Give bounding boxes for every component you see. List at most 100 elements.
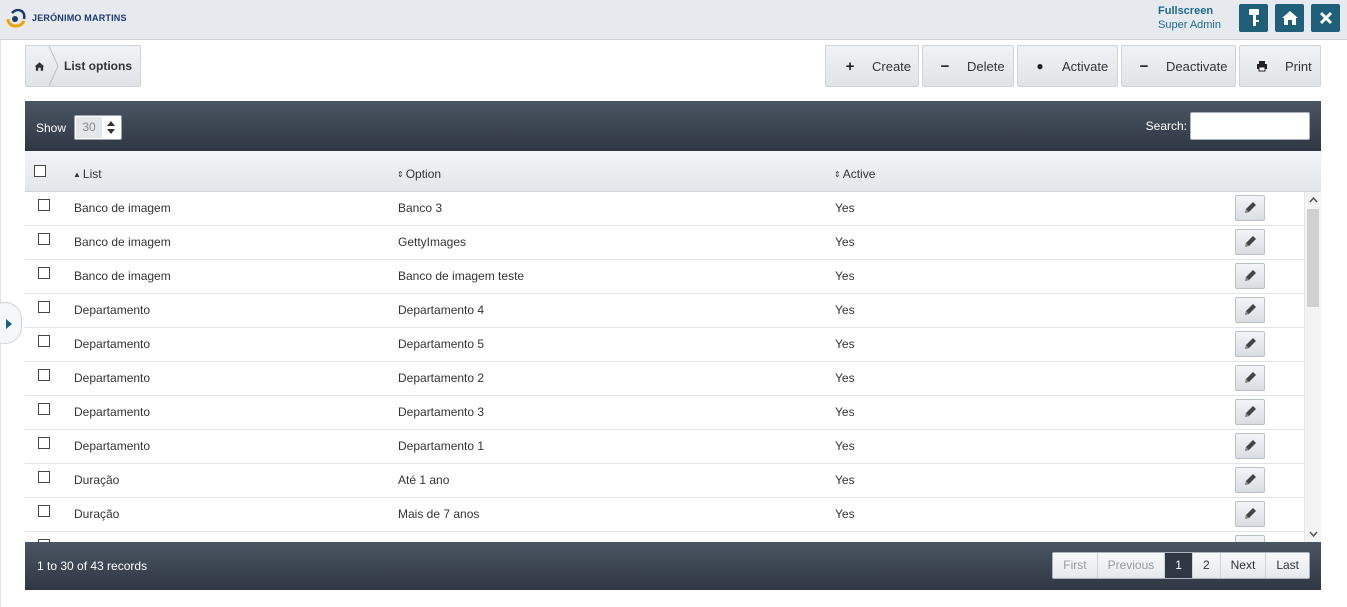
key-button[interactable] [1239, 4, 1268, 32]
activate-label: Activate [1062, 58, 1109, 74]
table-row[interactable]: Departamento Departamento 5 Yes [25, 328, 1304, 362]
breadcrumb: List options [25, 45, 141, 87]
records-info: 1 to 30 of 43 records [37, 559, 148, 573]
plus-icon: + [845, 57, 855, 75]
edit-button[interactable] [1235, 535, 1265, 542]
edit-button[interactable] [1235, 297, 1265, 323]
pencil-icon [1242, 268, 1258, 284]
pencil-icon [1242, 336, 1258, 352]
search-label: Search: [1145, 119, 1187, 133]
table-row-partial[interactable] [25, 532, 1304, 542]
print-label: Print [1285, 58, 1312, 74]
column-header-list[interactable]: ▲ List [73, 167, 102, 181]
pager-page-2[interactable]: 2 [1192, 553, 1221, 578]
table-row[interactable]: Departamento Departamento 4 Yes [25, 294, 1304, 328]
row-checkbox[interactable] [38, 403, 50, 415]
table-row[interactable]: Banco de imagem GettyImages Yes [25, 226, 1304, 260]
cell-option: Banco 3 [398, 201, 443, 215]
top-bar: JERÓNIMO MARTINS Fullscreen Super Admin [0, 0, 1347, 40]
edit-button[interactable] [1235, 501, 1265, 527]
cell-list: Departamento [74, 337, 151, 351]
row-checkbox[interactable] [38, 437, 50, 449]
fullscreen-link[interactable]: Fullscreen [1158, 4, 1221, 18]
home-icon [34, 61, 44, 71]
cell-option: Departamento 5 [398, 337, 485, 351]
pencil-icon [1242, 302, 1258, 318]
cell-list: Departamento [74, 405, 151, 419]
scroll-up-icon[interactable] [1309, 196, 1318, 205]
row-checkbox[interactable] [38, 471, 50, 483]
cell-list: Banco de imagem [74, 201, 171, 215]
cell-active: Yes [835, 405, 855, 419]
pagination: First Previous 1 2 Next Last [1052, 552, 1310, 579]
table-row[interactable]: Duração Até 1 ano Yes [25, 464, 1304, 498]
sort-asc-icon: ▲ [73, 170, 81, 179]
user-role: Super Admin [1158, 19, 1221, 31]
cell-active: Yes [835, 269, 855, 283]
search-input[interactable] [1190, 112, 1310, 140]
scrollbar-thumb[interactable] [1307, 209, 1319, 307]
sort-both-icon: ⇕ [834, 170, 841, 179]
edit-button[interactable] [1235, 399, 1265, 425]
scroll-down-icon[interactable] [1309, 529, 1318, 538]
row-checkbox[interactable] [38, 267, 50, 279]
delete-button[interactable]: − Delete [922, 45, 1014, 87]
table-row[interactable]: Departamento Departamento 3 Yes [25, 396, 1304, 430]
print-icon [1256, 60, 1268, 72]
row-checkbox[interactable] [38, 369, 50, 381]
table-row[interactable]: Duração Mais de 7 anos Yes [25, 498, 1304, 532]
minus-icon: − [1139, 57, 1149, 75]
pencil-icon [1242, 200, 1258, 216]
row-checkbox[interactable] [38, 335, 50, 347]
column-header-active[interactable]: ⇕ Active [834, 167, 875, 181]
spinner-icon[interactable] [104, 119, 118, 136]
cell-option: GettyImages [398, 235, 467, 249]
edit-button[interactable] [1235, 433, 1265, 459]
table-row[interactable]: Banco de imagem Banco de imagem teste Yes [25, 260, 1304, 294]
edit-button[interactable] [1235, 365, 1265, 391]
cell-active: Yes [835, 371, 855, 385]
pencil-icon [1242, 472, 1258, 488]
edit-button[interactable] [1235, 331, 1265, 357]
pager-previous[interactable]: Previous [1097, 553, 1166, 578]
cell-option: Departamento 1 [398, 439, 485, 453]
table-footer: 1 to 30 of 43 records First Previous 1 2… [25, 542, 1321, 590]
edit-button[interactable] [1235, 229, 1265, 255]
cell-option: Até 1 ano [398, 473, 450, 487]
row-checkbox[interactable] [38, 199, 50, 211]
edit-button[interactable] [1235, 263, 1265, 289]
row-checkbox[interactable] [38, 301, 50, 313]
table-row[interactable]: Departamento Departamento 1 Yes [25, 430, 1304, 464]
page-size-value: 30 [76, 117, 102, 138]
page-size-select[interactable]: 30 [74, 115, 122, 140]
row-checkbox[interactable] [38, 505, 50, 517]
row-checkbox[interactable] [38, 233, 50, 245]
breadcrumb-current: List options [64, 59, 132, 73]
table-row[interactable]: Banco de imagem Banco 3 Yes [25, 192, 1304, 226]
vertical-scrollbar[interactable] [1304, 192, 1321, 542]
user-block: Fullscreen Super Admin [1158, 4, 1221, 32]
column-header-option[interactable]: ⇕ Option [397, 167, 441, 181]
pager-first[interactable]: First [1053, 553, 1098, 578]
activate-button[interactable]: ● Activate [1017, 45, 1118, 87]
cell-active: Yes [835, 303, 855, 317]
print-button[interactable]: Print [1239, 45, 1321, 87]
edit-button[interactable] [1235, 467, 1265, 493]
show-label: Show [36, 121, 67, 135]
pencil-icon [1242, 234, 1258, 250]
cell-active: Yes [835, 439, 855, 453]
table-row[interactable]: Departamento Departamento 2 Yes [25, 362, 1304, 396]
select-all-checkbox[interactable] [34, 165, 46, 177]
pager-page-1[interactable]: 1 [1165, 553, 1193, 578]
pager-next[interactable]: Next [1220, 553, 1267, 578]
close-button[interactable] [1311, 4, 1340, 32]
cell-option: Banco de imagem teste [398, 269, 525, 283]
deactivate-button[interactable]: − Deactivate [1121, 45, 1236, 87]
cell-option: Departamento 2 [398, 371, 485, 385]
edit-button[interactable] [1235, 195, 1265, 221]
pager-last[interactable]: Last [1266, 553, 1309, 578]
close-icon [1319, 11, 1332, 25]
deactivate-label: Deactivate [1166, 58, 1228, 74]
create-button[interactable]: + Create [825, 45, 919, 87]
home-button[interactable] [1275, 4, 1304, 32]
